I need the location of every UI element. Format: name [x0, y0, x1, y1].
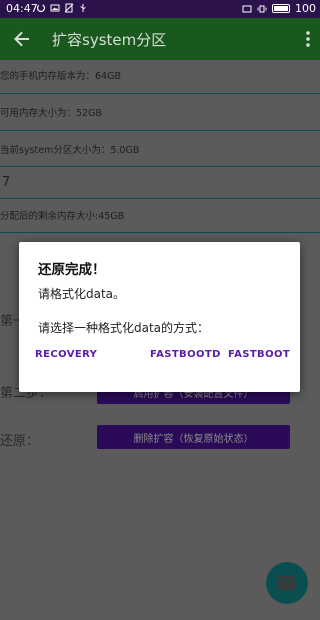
- email-icon: [278, 576, 296, 590]
- image-icon: [50, 4, 60, 12]
- recovery-button[interactable]: RECOVERY: [35, 349, 97, 360]
- email-fab[interactable]: [266, 562, 308, 604]
- cast-icon: [242, 5, 252, 12]
- remove-expansion-button[interactable]: 删除扩容（恢复原始状态）: [97, 425, 290, 449]
- status-bar: 04:47 100: [0, 0, 320, 18]
- dialog-title: 还原完成！: [38, 262, 106, 278]
- divider: [0, 166, 320, 167]
- app-bar: 扩容system分区: [0, 18, 320, 60]
- fastbootd-button[interactable]: FASTBOOTD: [150, 349, 221, 360]
- more-vert-icon[interactable]: [304, 29, 312, 49]
- sim-off-icon: [64, 3, 74, 13]
- system-partition-text: 当前system分区大小为：5.0GB: [0, 145, 140, 156]
- fastboot-button[interactable]: FASTBOOT: [228, 349, 290, 360]
- input-underline: [0, 198, 320, 199]
- sync-icon: [36, 3, 46, 13]
- status-icons: [36, 3, 88, 13]
- status-right: 100: [242, 2, 316, 15]
- available-storage-text: 可用内存大小为：52GB: [0, 108, 102, 119]
- dialog-message: 请格式化data。: [38, 287, 126, 301]
- divider: [0, 232, 320, 233]
- restore-complete-dialog: 还原完成！ 请格式化data。 请选择一种格式化data的方式： RECOVER…: [19, 242, 300, 392]
- battery-level: 100: [295, 2, 316, 15]
- divider: [0, 130, 320, 131]
- battery-icon: [272, 4, 290, 13]
- status-time: 04:47: [6, 2, 38, 15]
- partition-size-input[interactable]: 7: [2, 175, 10, 190]
- phone-storage-text: 您的手机内存版本为：64GB: [0, 71, 121, 82]
- remaining-storage-text: 分配后的剩余内存大小:45GB: [0, 211, 125, 222]
- arrow-left-icon[interactable]: [10, 27, 34, 51]
- divider: [0, 93, 320, 94]
- usb-icon: [80, 4, 86, 12]
- restore-label: 还原：: [0, 434, 40, 449]
- vibrate-icon: [257, 5, 267, 12]
- dialog-question: 请选择一种格式化data的方式：: [38, 321, 210, 335]
- page-title: 扩容system分区: [52, 31, 167, 49]
